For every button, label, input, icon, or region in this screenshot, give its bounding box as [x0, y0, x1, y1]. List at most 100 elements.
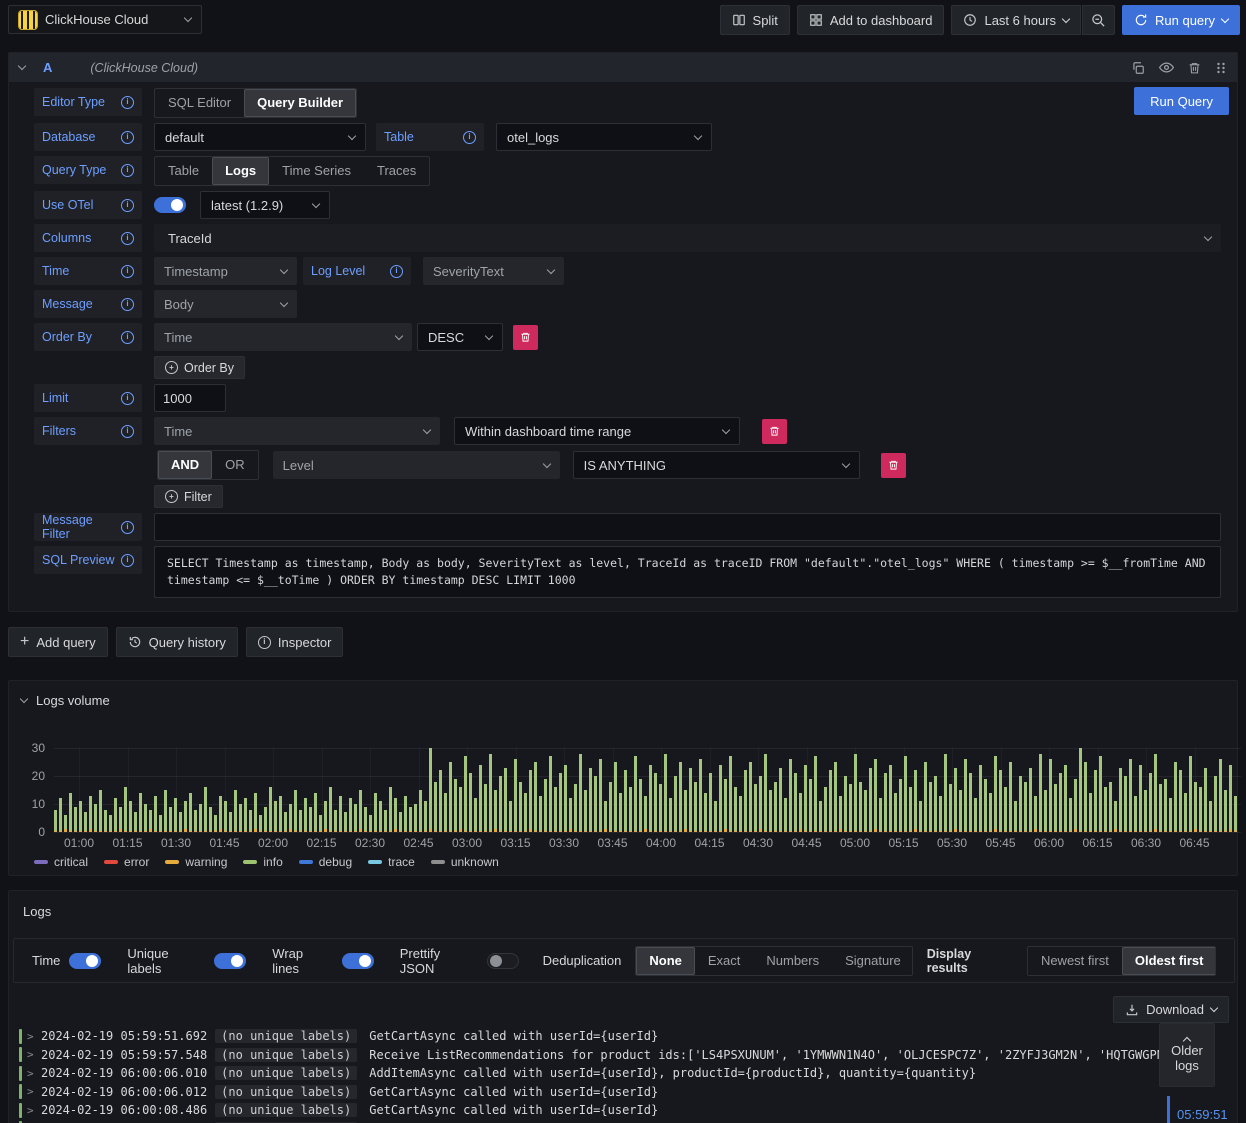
log-row[interactable]: >2024-02-19 05:59:57.548 (no unique label… — [19, 1046, 1237, 1065]
deduplication-switch-option-exact[interactable]: Exact — [695, 947, 754, 975]
deduplication-switch-option-none[interactable]: None — [636, 946, 695, 975]
expand-log-icon[interactable]: > — [27, 1030, 41, 1043]
info-icon[interactable]: i — [121, 163, 134, 177]
table-select[interactable]: otel_logs — [496, 123, 712, 151]
add-to-dashboard-button[interactable]: Add to dashboard — [796, 5, 945, 35]
remove-filter2-button[interactable] — [880, 452, 906, 478]
message-column-select[interactable]: Body — [154, 290, 297, 318]
expand-log-icon[interactable]: > — [27, 1067, 41, 1080]
add-query-button[interactable]: + Add query — [8, 627, 108, 657]
logs-volume-chart[interactable] — [54, 748, 1241, 833]
filter-conjunction-switch-option-and[interactable]: AND — [158, 451, 213, 479]
info-icon[interactable]: i — [121, 553, 134, 567]
drag-handle-icon[interactable] — [1215, 62, 1227, 74]
time-column-select[interactable]: Timestamp — [154, 257, 297, 285]
add-filter-button[interactable]: + Filter — [154, 485, 223, 508]
info-icon[interactable]: i — [121, 297, 134, 311]
expand-log-icon[interactable]: > — [27, 1048, 41, 1061]
expand-log-icon[interactable]: > — [27, 1085, 41, 1098]
time-toggle[interactable] — [69, 952, 102, 969]
log-level-select[interactable]: SeverityText — [423, 257, 564, 285]
info-icon[interactable]: i — [121, 330, 134, 344]
volume-bar — [449, 762, 452, 832]
legend-item-debug[interactable]: debug — [298, 855, 352, 869]
datasource-picker[interactable]: ClickHouse Cloud — [8, 5, 202, 34]
query-type-switch-option-time-series[interactable]: Time Series — [269, 157, 364, 185]
order-by-field-select[interactable]: Time — [154, 323, 412, 351]
zoom-out-time-button[interactable] — [1082, 5, 1116, 35]
volume-bar — [509, 801, 512, 832]
deduplication-switch-option-numbers[interactable]: Numbers — [753, 947, 832, 975]
filter2-operator-select[interactable]: IS ANYTHING — [572, 451, 860, 479]
legend-item-critical[interactable]: critical — [34, 855, 88, 869]
query-type-switch-option-traces[interactable]: Traces — [364, 157, 429, 185]
query-header[interactable]: A (ClickHouse Cloud) — [9, 53, 1237, 82]
volume-bar — [524, 793, 527, 832]
info-icon[interactable]: i — [390, 264, 403, 278]
download-button[interactable]: Download — [1113, 996, 1229, 1023]
editor-type-switch-option-query-builder[interactable]: Query Builder — [244, 89, 357, 117]
filter-operator-select[interactable]: Within dashboard time range — [454, 417, 740, 445]
wrap-lines-toggle[interactable] — [341, 952, 374, 969]
split-button[interactable]: Split — [719, 5, 790, 35]
legend-item-info[interactable]: info — [243, 855, 283, 869]
sql-preview-code[interactable]: SELECT Timestamp as timestamp, Body as b… — [154, 546, 1221, 598]
filter2-field-select[interactable]: Level — [272, 451, 560, 479]
legend-item-trace[interactable]: trace — [368, 855, 415, 869]
editor-type-switch-option-sql-editor[interactable]: SQL Editor — [155, 89, 244, 117]
info-icon[interactable]: i — [121, 95, 134, 109]
order-by-direction-select[interactable]: DESC — [417, 323, 503, 351]
legend-item-warning[interactable]: warning — [165, 855, 227, 869]
use-otel-toggle[interactable] — [154, 197, 186, 213]
inspector-button[interactable]: i Inspector — [245, 627, 344, 657]
x-tick-label: 01:15 — [112, 836, 143, 850]
database-select[interactable]: default — [154, 123, 366, 151]
query-type-switch-option-logs[interactable]: Logs — [212, 157, 270, 185]
run-query-button[interactable]: Run query — [1122, 5, 1240, 35]
remove-filter-button[interactable] — [762, 418, 787, 444]
query-type-switch-option-table[interactable]: Table — [155, 157, 212, 185]
x-tick-label: 06:45 — [1179, 836, 1210, 850]
volume-bar — [1024, 782, 1027, 832]
filter-conjunction-switch-option-or[interactable]: OR — [212, 451, 258, 479]
remove-order-by-button[interactable] — [513, 324, 538, 350]
delete-query-icon[interactable] — [1188, 61, 1201, 75]
info-icon[interactable]: i — [121, 520, 134, 534]
limit-input[interactable]: 1000 — [154, 384, 226, 412]
older-logs-button[interactable]: Older logs — [1159, 1023, 1215, 1087]
filter-field-select[interactable]: Time — [154, 417, 440, 445]
legend-item-unknown[interactable]: unknown — [430, 855, 499, 869]
info-icon[interactable]: i — [121, 391, 134, 405]
time-range-picker[interactable]: Last 6 hours — [951, 5, 1082, 35]
scroll-position-indicator[interactable] — [1167, 1096, 1170, 1123]
log-row[interactable]: >2024-02-19 06:00:18.663(no unique label… — [19, 1120, 1237, 1123]
logs-volume-title[interactable]: Logs volume — [19, 693, 110, 708]
display-results-switch-option-newest-first[interactable]: Newest first — [1028, 947, 1122, 975]
log-row[interactable]: >2024-02-19 06:00:06.010 (no unique label… — [19, 1064, 1237, 1083]
unique-labels-toggle[interactable] — [214, 952, 247, 969]
log-row[interactable]: >2024-02-19 05:59:51.692 (no unique label… — [19, 1027, 1237, 1046]
add-order-by-button[interactable]: + Order By — [154, 356, 246, 379]
info-icon[interactable]: i — [463, 130, 476, 144]
deduplication-switch-option-signature[interactable]: Signature — [832, 947, 912, 975]
hide-query-eye-icon[interactable] — [1159, 60, 1174, 75]
otel-version-select[interactable]: latest (1.2.9) — [200, 191, 330, 219]
volume-bar — [1009, 762, 1012, 832]
info-icon[interactable]: i — [121, 130, 134, 144]
info-icon[interactable]: i — [121, 424, 134, 438]
message-filter-input[interactable] — [154, 513, 1221, 541]
log-row[interactable]: >2024-02-19 06:00:06.012 (no unique label… — [19, 1083, 1237, 1102]
info-icon[interactable]: i — [121, 198, 134, 212]
expand-log-icon[interactable]: > — [27, 1104, 41, 1117]
duplicate-query-icon[interactable] — [1131, 61, 1145, 75]
collapse-query-icon[interactable] — [17, 61, 27, 71]
query-history-button[interactable]: Query history — [115, 627, 238, 657]
log-row[interactable]: >2024-02-19 06:00:08.486 (no unique label… — [19, 1101, 1237, 1120]
columns-multiselect[interactable]: TraceId — [154, 224, 1221, 252]
info-icon[interactable]: i — [121, 231, 134, 245]
prettify-json-toggle[interactable] — [486, 952, 519, 969]
legend-item-error[interactable]: error — [104, 855, 149, 869]
display-results-switch-option-oldest-first[interactable]: Oldest first — [1121, 946, 1215, 975]
info-icon[interactable]: i — [121, 264, 134, 278]
collapse-panel-icon[interactable] — [19, 694, 29, 704]
